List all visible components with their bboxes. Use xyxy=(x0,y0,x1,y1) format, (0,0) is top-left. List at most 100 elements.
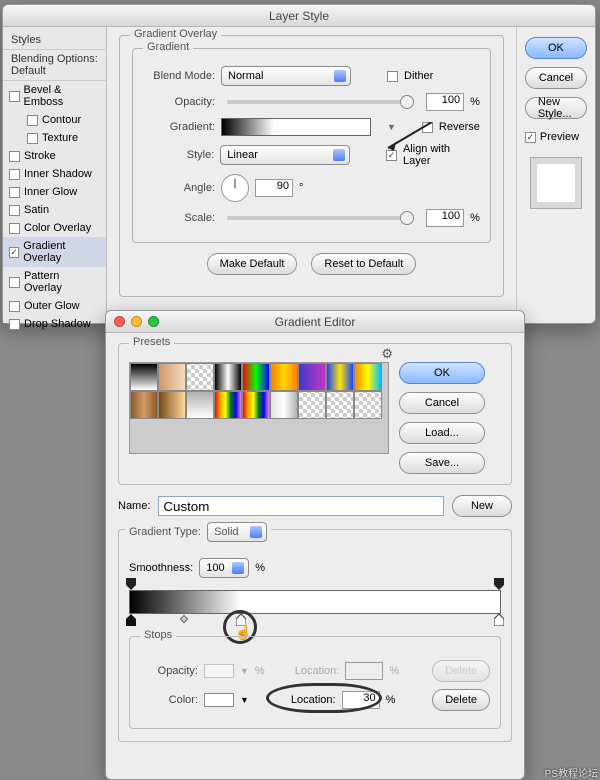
close-icon[interactable] xyxy=(114,316,125,327)
stop-color-swatch[interactable] xyxy=(204,693,234,707)
gt-select[interactable]: Solid xyxy=(207,522,267,542)
scale-slider[interactable] xyxy=(227,216,414,220)
angle-input[interactable]: 90 xyxy=(255,179,293,197)
style-label: Style: xyxy=(143,149,214,161)
smoothness-input[interactable]: 100 xyxy=(199,558,249,578)
preset-swatch[interactable] xyxy=(270,363,298,391)
style-checkbox[interactable] xyxy=(9,91,20,102)
style-row-outer-glow[interactable]: Outer Glow xyxy=(3,297,106,315)
style-checkbox[interactable] xyxy=(9,223,20,234)
gradient-overlay-legend: Gradient Overlay xyxy=(130,28,221,40)
style-checkbox[interactable] xyxy=(9,151,20,162)
style-row-inner-glow[interactable]: Inner Glow xyxy=(3,183,106,201)
preset-swatch[interactable] xyxy=(214,391,242,419)
styles-header[interactable]: Styles xyxy=(3,31,106,50)
chevron-down-icon[interactable]: ▼ xyxy=(240,695,249,705)
stop-color-location-label: Location: xyxy=(291,694,336,706)
preset-swatch[interactable] xyxy=(270,391,298,419)
preview-checkbox[interactable]: ✓ xyxy=(525,132,536,143)
preset-swatch[interactable] xyxy=(326,363,354,391)
style-row-stroke[interactable]: Stroke xyxy=(3,147,106,165)
style-label: Color Overlay xyxy=(24,222,91,234)
stop-color-delete-button[interactable]: Delete xyxy=(432,689,490,711)
style-select[interactable]: Linear xyxy=(220,145,350,165)
ge-cancel-button[interactable]: Cancel xyxy=(399,392,485,414)
reverse-checkbox[interactable] xyxy=(422,122,433,133)
gradient-dropdown-icon[interactable]: ▼ xyxy=(387,122,396,132)
opacity-stop-left[interactable] xyxy=(126,578,136,590)
gear-icon[interactable]: ⚙ xyxy=(381,346,393,362)
style-row-color-overlay[interactable]: Color Overlay xyxy=(3,219,106,237)
blending-options-header[interactable]: Blending Options: Default xyxy=(3,50,106,81)
preset-swatch[interactable] xyxy=(214,363,242,391)
style-label: Stroke xyxy=(24,150,56,162)
style-checkbox[interactable] xyxy=(9,169,20,180)
blend-mode-select[interactable]: Normal xyxy=(221,66,351,86)
preset-swatch[interactable] xyxy=(186,363,214,391)
style-checkbox[interactable]: ✓ xyxy=(9,247,19,258)
reverse-label: Reverse xyxy=(439,121,480,133)
ok-button[interactable]: OK xyxy=(525,37,587,59)
zoom-icon[interactable] xyxy=(148,316,159,327)
style-row-pattern-overlay[interactable]: Pattern Overlay xyxy=(3,267,106,297)
preset-swatch[interactable] xyxy=(130,363,158,391)
style-row-drop-shadow[interactable]: Drop Shadow xyxy=(3,315,106,333)
style-checkbox[interactable] xyxy=(9,319,20,330)
style-checkbox[interactable] xyxy=(9,277,20,288)
style-row-contour[interactable]: Contour xyxy=(3,111,106,129)
preset-swatch[interactable] xyxy=(298,363,326,391)
color-stop-left[interactable] xyxy=(126,614,136,626)
preset-swatch[interactable] xyxy=(242,391,270,419)
opacity-slider[interactable] xyxy=(227,100,414,104)
gradient-editor-titlebar[interactable]: Gradient Editor xyxy=(106,311,524,333)
preset-swatch[interactable] xyxy=(130,391,158,419)
style-checkbox[interactable] xyxy=(9,205,20,216)
ge-ok-button[interactable]: OK xyxy=(399,362,485,384)
scale-input[interactable]: 100 xyxy=(426,209,464,227)
preset-swatch[interactable] xyxy=(354,391,382,419)
preset-swatch[interactable] xyxy=(158,363,186,391)
style-checkbox[interactable] xyxy=(27,133,38,144)
make-default-button[interactable]: Make Default xyxy=(207,253,298,275)
preset-swatch[interactable] xyxy=(326,391,354,419)
style-label: Bevel & Emboss xyxy=(24,84,100,108)
minimize-icon[interactable] xyxy=(131,316,142,327)
window-controls[interactable] xyxy=(114,316,159,327)
style-checkbox[interactable] xyxy=(9,187,20,198)
align-label: Align with Layer xyxy=(403,143,480,167)
style-row-bevel-emboss[interactable]: Bevel & Emboss xyxy=(3,81,106,111)
ge-load-button[interactable]: Load... xyxy=(399,422,485,444)
ge-new-button[interactable]: New xyxy=(452,495,512,517)
style-checkbox[interactable] xyxy=(27,115,38,126)
dither-checkbox[interactable] xyxy=(387,71,398,82)
style-row-satin[interactable]: Satin xyxy=(3,201,106,219)
color-stop-right[interactable] xyxy=(494,614,504,626)
stops-fieldset: Stops Opacity: ▼ % Location: % Delete Co… xyxy=(129,636,501,729)
opacity-stop-right[interactable] xyxy=(494,578,504,590)
preset-swatch[interactable] xyxy=(242,363,270,391)
preset-swatch[interactable] xyxy=(354,363,382,391)
reset-default-button[interactable]: Reset to Default xyxy=(311,253,416,275)
midpoint-marker[interactable] xyxy=(180,615,188,623)
style-label: Pattern Overlay xyxy=(24,270,100,294)
stop-color-location-input[interactable]: 30 xyxy=(342,691,380,709)
name-input[interactable] xyxy=(158,496,444,516)
cancel-button[interactable]: Cancel xyxy=(525,67,587,89)
new-style-button[interactable]: New Style... xyxy=(525,97,587,119)
style-label: Outer Glow xyxy=(24,300,80,312)
preset-swatch[interactable] xyxy=(186,391,214,419)
style-checkbox[interactable] xyxy=(9,301,20,312)
angle-dial[interactable] xyxy=(221,174,249,202)
gradient-preview[interactable] xyxy=(221,118,371,136)
ge-save-button[interactable]: Save... xyxy=(399,452,485,474)
style-row-inner-shadow[interactable]: Inner Shadow xyxy=(3,165,106,183)
style-row-texture[interactable]: Texture xyxy=(3,129,106,147)
layer-style-titlebar[interactable]: Layer Style xyxy=(3,5,595,27)
gradient-sub-legend: Gradient xyxy=(143,41,193,53)
align-checkbox[interactable]: ✓ xyxy=(386,150,397,161)
opacity-input[interactable]: 100 xyxy=(426,93,464,111)
preset-swatch[interactable] xyxy=(298,391,326,419)
preset-swatch[interactable] xyxy=(158,391,186,419)
gradient-bar[interactable] xyxy=(129,590,501,614)
style-row-gradient-overlay[interactable]: ✓Gradient Overlay xyxy=(3,237,106,267)
